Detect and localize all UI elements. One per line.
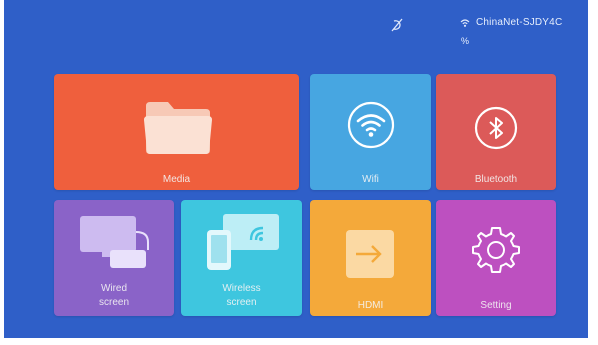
- wireless-screen-icon: [207, 214, 279, 270]
- setting-tile[interactable]: Setting: [436, 200, 556, 316]
- bluetooth-label: Bluetooth: [474, 174, 518, 185]
- wireless-label-line2: screen: [226, 297, 257, 308]
- setting-label: Setting: [480, 300, 512, 311]
- wifi-icon: [347, 101, 395, 149]
- media-label: Media: [162, 174, 191, 185]
- wired-label-line2: screen: [98, 297, 129, 308]
- no-signal-icon: [391, 18, 403, 32]
- wifi-label: Wifi: [362, 174, 379, 185]
- wifi-status-icon: [460, 19, 470, 27]
- status-bar: ChinaNet-SJDY4C %: [4, 0, 588, 46]
- home-screen: ChinaNet-SJDY4C % Media Wifi Bluetooth W…: [4, 0, 588, 338]
- media-tile[interactable]: Media: [54, 74, 299, 190]
- wifi-tile[interactable]: Wifi: [310, 74, 431, 190]
- network-name: ChinaNet-SJDY4C: [476, 17, 563, 28]
- folder-icon: [144, 102, 212, 154]
- hdmi-label: HDMI: [357, 300, 384, 311]
- bluetooth-tile[interactable]: Bluetooth: [436, 74, 556, 190]
- wireless-label-line1: Wireless: [222, 283, 261, 294]
- wired-screen-icon: [80, 216, 149, 268]
- gear-icon: [472, 227, 520, 273]
- wireless-screen-tile[interactable]: Wireless screen: [181, 200, 302, 316]
- wired-screen-tile[interactable]: Wired screen: [54, 200, 174, 316]
- hdmi-tile[interactable]: HDMI: [310, 200, 431, 316]
- network-sub-text: %: [461, 36, 470, 46]
- bluetooth-icon: [474, 106, 518, 150]
- wired-label-line1: Wired: [100, 283, 128, 294]
- hdmi-input-icon: [346, 230, 394, 278]
